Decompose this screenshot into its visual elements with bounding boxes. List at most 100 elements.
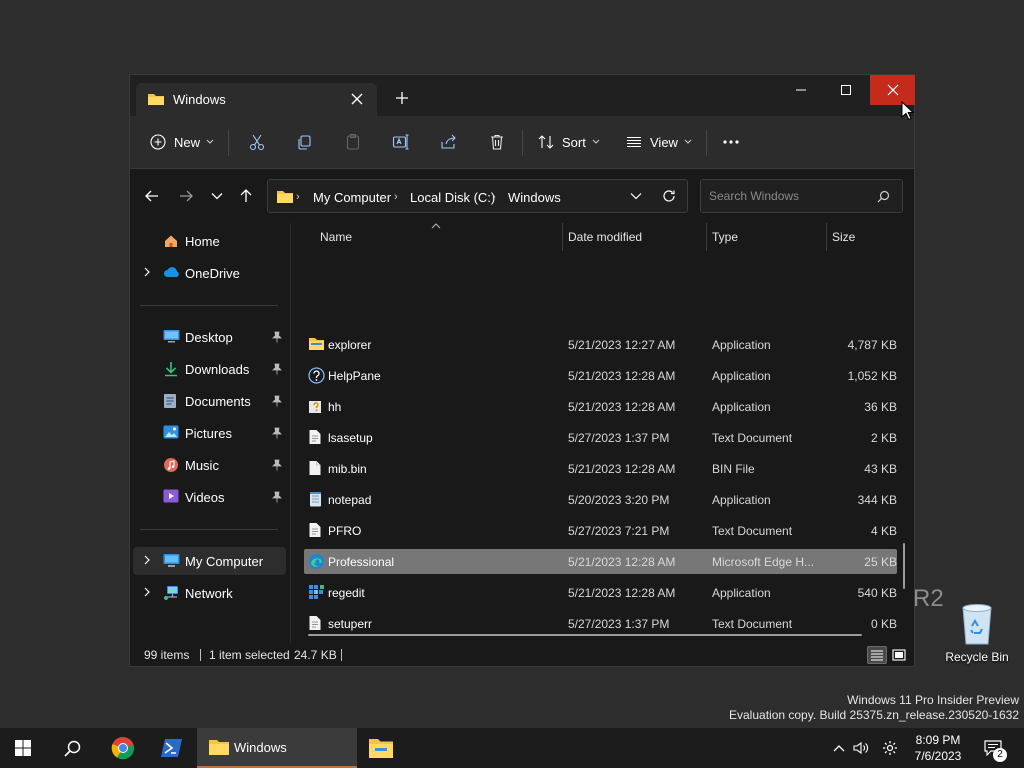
file-list: Name Date modified Type Size explorer 5/… — [300, 223, 906, 643]
breadcrumb-local-disk[interactable]: Local Disk (C:) — [410, 190, 495, 205]
breadcrumb-windows[interactable]: Windows — [508, 190, 561, 205]
up-button[interactable] — [236, 186, 256, 206]
file-row[interactable]: hh 5/21/2023 12:28 AM Application 36 KB — [304, 394, 897, 419]
sidebar-item-documents[interactable]: Documents — [133, 387, 286, 415]
file-name: regedit — [328, 586, 365, 600]
sidebar-item-network[interactable]: Network — [133, 579, 286, 607]
chevron-right-icon[interactable] — [143, 555, 151, 565]
recent-locations-button[interactable] — [207, 186, 227, 206]
column-divider[interactable] — [826, 223, 827, 251]
sidebar-item-music[interactable]: Music — [133, 451, 286, 479]
cut-button[interactable] — [248, 130, 266, 154]
refresh-icon[interactable] — [662, 189, 676, 203]
file-name: hh — [328, 400, 342, 414]
file-row[interactable]: HelpPane 5/21/2023 12:28 AM Application … — [304, 363, 897, 388]
sidebar-item-onedrive[interactable]: OneDrive — [133, 259, 286, 287]
column-header-name[interactable]: Name — [320, 230, 352, 244]
column-divider[interactable] — [562, 223, 563, 251]
pin-icon[interactable] — [272, 331, 282, 343]
search-icon[interactable] — [877, 190, 890, 203]
address-dropdown-icon[interactable] — [630, 191, 642, 201]
sidebar-item-desktop[interactable]: Desktop — [133, 323, 286, 351]
file-row[interactable]: explorer 5/21/2023 12:27 AM Application … — [304, 332, 897, 357]
powershell-taskbar-button[interactable] — [149, 728, 195, 768]
videos-icon — [163, 489, 179, 503]
forward-button[interactable] — [176, 186, 196, 206]
tab-windows[interactable]: Windows — [136, 83, 377, 116]
pin-icon[interactable] — [272, 363, 282, 375]
sort-ascending-icon — [431, 223, 441, 229]
file-row[interactable]: PFRO 5/27/2023 7:21 PM Text Document 4 K… — [304, 518, 897, 543]
folder-icon — [208, 738, 230, 756]
file-row[interactable]: regedit 5/21/2023 12:28 AM Application 5… — [304, 580, 897, 605]
chevron-right-icon[interactable] — [143, 267, 151, 277]
explorer-taskbar-button-active[interactable]: Windows — [197, 728, 357, 768]
clock-date: 7/6/2023 — [914, 749, 962, 763]
pin-icon[interactable] — [272, 459, 282, 471]
minimize-button[interactable] — [778, 75, 823, 105]
column-divider[interactable] — [706, 223, 707, 251]
sort-button[interactable]: Sort — [538, 130, 600, 154]
pin-icon[interactable] — [272, 427, 282, 439]
sidebar-item-pictures[interactable]: Pictures — [133, 419, 286, 447]
new-tab-icon[interactable] — [394, 90, 410, 106]
paste-icon — [346, 133, 360, 150]
pin-icon[interactable] — [272, 395, 282, 407]
tab-bar: Windows — [130, 75, 915, 116]
file-size: 4,787 KB — [847, 338, 897, 352]
details-view-button[interactable] — [867, 646, 887, 664]
column-header-type[interactable]: Type — [712, 230, 738, 244]
sidebar-item-home[interactable]: Home — [133, 227, 286, 255]
file-row[interactable]: mib.bin 5/21/2023 12:28 AM BIN File 43 K… — [304, 456, 897, 481]
gear-icon — [883, 741, 897, 755]
more-options-button[interactable] — [722, 130, 740, 154]
sort-button-label: Sort — [562, 134, 586, 150]
new-button[interactable]: New — [150, 130, 214, 154]
settings-button[interactable] — [880, 728, 900, 768]
file-row-selected[interactable]: Professional 5/21/2023 12:28 AM Microsof… — [304, 549, 897, 574]
search-box[interactable] — [700, 179, 903, 213]
pin-icon[interactable] — [272, 491, 282, 503]
copy-button[interactable] — [296, 130, 314, 154]
folder-icon — [147, 91, 165, 107]
file-size: 540 KB — [857, 586, 897, 600]
chevron-right-icon[interactable] — [143, 587, 151, 597]
column-header-size[interactable]: Size — [832, 230, 855, 244]
clock[interactable]: 8:09 PM 7/6/2023 — [906, 732, 970, 764]
show-hidden-icons-button[interactable] — [829, 728, 849, 768]
file-explorer-pinned-button[interactable] — [358, 728, 404, 768]
file-row[interactable]: notepad 5/20/2023 3:20 PM Application 34… — [304, 487, 897, 512]
tab-title: Windows — [173, 92, 226, 107]
recycle-bin-shortcut[interactable]: Recycle Bin — [942, 602, 1012, 664]
volume-button[interactable] — [851, 728, 871, 768]
file-date: 5/27/2023 7:21 PM — [568, 524, 670, 538]
sidebar-item-my-computer[interactable]: My Computer — [133, 547, 286, 575]
horizontal-scrollbar-thumb[interactable] — [308, 634, 862, 636]
tiles-view-button[interactable] — [889, 646, 909, 664]
chrome-taskbar-button[interactable] — [100, 728, 146, 768]
breadcrumb-my-computer[interactable]: My Computer — [313, 190, 391, 205]
back-button[interactable] — [142, 186, 162, 206]
sidebar-item-videos[interactable]: Videos — [133, 483, 286, 511]
start-button[interactable] — [0, 728, 46, 768]
search-button[interactable] — [49, 728, 95, 768]
view-button[interactable]: View — [626, 130, 692, 154]
search-input[interactable] — [709, 188, 869, 204]
maximize-button[interactable] — [823, 75, 868, 105]
share-button[interactable] — [440, 130, 458, 154]
vertical-scrollbar-thumb[interactable] — [903, 543, 905, 589]
delete-button[interactable] — [488, 130, 506, 154]
file-type: Text Document — [712, 524, 793, 538]
pane-splitter[interactable] — [290, 223, 291, 643]
address-bar[interactable]: › My Computer › Local Disk (C:) › Window… — [267, 179, 688, 213]
file-row[interactable]: lsasetup 5/27/2023 1:37 PM Text Document… — [304, 425, 897, 450]
sidebar-item-downloads[interactable]: Downloads — [133, 355, 286, 383]
paste-button[interactable] — [344, 130, 362, 154]
column-header-date[interactable]: Date modified — [568, 230, 642, 244]
rename-button[interactable] — [392, 130, 410, 154]
notification-count-badge: 2 — [993, 748, 1007, 762]
file-name: Professional — [328, 555, 395, 569]
close-tab-icon[interactable] — [349, 91, 365, 107]
file-name: HelpPane — [328, 369, 381, 383]
file-row[interactable]: setuperr 5/27/2023 1:37 PM Text Document… — [304, 611, 897, 636]
